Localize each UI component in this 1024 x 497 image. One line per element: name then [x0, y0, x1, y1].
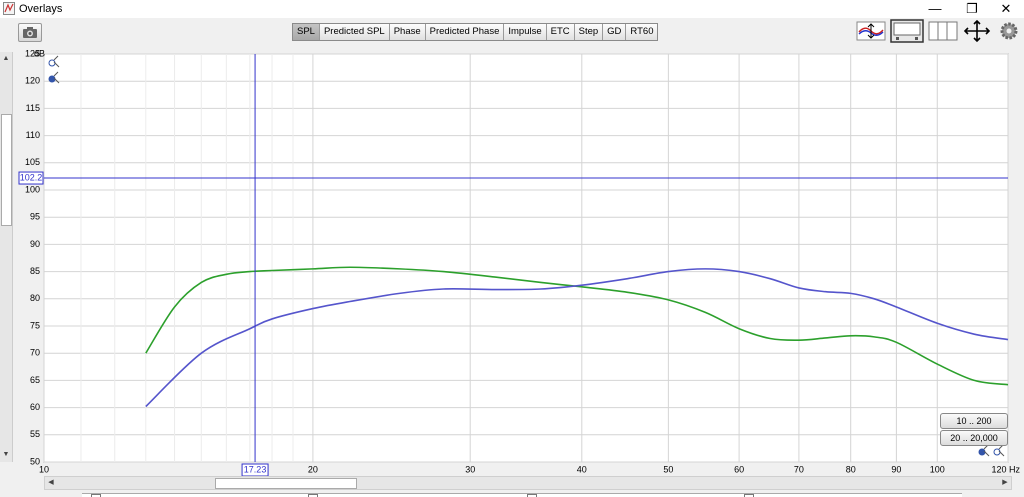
y-tick-label: 55 [30, 429, 40, 439]
y-tick-label: 65 [30, 375, 40, 385]
settings-gear-icon[interactable] [998, 19, 1020, 43]
zoom-range-20-20000-button[interactable]: 20 .. 20,000 [940, 430, 1008, 446]
tab-rt60[interactable]: RT60 [626, 24, 658, 40]
tab-predicted-spl[interactable]: Predicted SPL [319, 24, 390, 40]
camera-glyph-icon [23, 27, 37, 38]
x-tick-label: 90 [891, 464, 901, 474]
minimize-button[interactable]: — [920, 0, 950, 18]
y-axis-tick-labels: 50556065707580859095100105110115120125 [25, 48, 40, 466]
x-tick-label: 10 [39, 464, 49, 474]
x-tick-label: 80 [846, 464, 856, 474]
x-tick-label: 120 Hz [991, 464, 1020, 474]
vertical-scroll-thumb[interactable] [1, 114, 12, 226]
fit-axes-icon[interactable] [962, 19, 992, 43]
y-tick-label: 100 [25, 184, 40, 194]
x-tick-label: 40 [577, 464, 587, 474]
x-tick-label: 30 [465, 464, 475, 474]
y-tick-label: 110 [26, 130, 40, 140]
x-axis-tick-labels: 10 20 30 40 50 60 70 80 90 100 120 Hz [39, 464, 1020, 474]
vertical-scrollbar[interactable]: ▲ ▼ [0, 52, 13, 462]
spl-graph[interactable]: 50556065707580859095100105110115120125 1… [0, 46, 1024, 476]
x-tick-label: 100 [930, 464, 945, 474]
y-tick-label: 120 [25, 76, 40, 86]
y-tick-label: 115 [26, 103, 40, 113]
frequency-response-icon[interactable] [890, 19, 924, 43]
restore-button[interactable]: ❐ [957, 0, 987, 18]
tab-gd[interactable]: GD [603, 24, 627, 40]
x-tick-label: 20 [308, 464, 318, 474]
graph-type-tabs: SPL Predicted SPL Phase Predicted Phase … [292, 23, 659, 41]
window-title: Overlays [19, 3, 63, 15]
close-button[interactable]: ✕ [991, 0, 1021, 18]
x-tick-label: 50 [663, 464, 673, 474]
scroll-down-arrow-icon[interactable]: ▼ [0, 450, 12, 460]
overlay-traces-icon[interactable] [856, 19, 886, 43]
x-tick-label: 70 [794, 464, 804, 474]
grid-panes-icon[interactable] [928, 19, 958, 43]
scroll-left-arrow-icon[interactable]: ◀ [45, 478, 57, 488]
y-tick-label: 70 [30, 348, 40, 358]
zoom-range-10-200-button[interactable]: 10 .. 200 [940, 413, 1008, 429]
y-tick-label: 95 [30, 212, 40, 222]
horizontal-scrollbar[interactable]: ◀ ▶ [44, 476, 1012, 490]
x-tick-label: 60 [734, 464, 744, 474]
app-icon [3, 2, 15, 15]
y-tick-label: 90 [30, 239, 40, 249]
tab-step[interactable]: Step [574, 24, 604, 40]
y-tick-label: 75 [30, 320, 40, 330]
tab-phase[interactable]: Phase [389, 24, 426, 40]
camera-icon[interactable] [18, 23, 42, 42]
cursor-y-readout: 102.2 [20, 172, 43, 182]
tab-predicted-phase[interactable]: Predicted Phase [425, 24, 505, 40]
trace-controls-strip [0, 490, 1024, 497]
y-tick-label: 85 [30, 266, 40, 276]
tab-etc[interactable]: ETC [546, 24, 575, 40]
scroll-up-arrow-icon[interactable]: ▲ [0, 54, 12, 64]
y-tick-label: 60 [30, 402, 40, 412]
scroll-right-arrow-icon[interactable]: ▶ [999, 478, 1011, 488]
y-tick-label: 105 [25, 157, 40, 167]
title-bar: Overlays — ❐ ✕ [0, 0, 1024, 18]
tab-spl[interactable]: SPL [293, 24, 320, 40]
toolbar: SPL Predicted SPL Phase Predicted Phase … [0, 18, 1024, 46]
tab-impulse[interactable]: Impulse [504, 24, 547, 40]
cursor-x-readout: 17.23 [244, 464, 267, 474]
horizontal-scroll-thumb[interactable] [215, 478, 357, 489]
y-tick-label: 80 [30, 293, 40, 303]
plot-area[interactable] [43, 53, 1009, 463]
y-axis-unit-label: dB [34, 48, 45, 58]
trace-controls-panel [82, 493, 962, 497]
